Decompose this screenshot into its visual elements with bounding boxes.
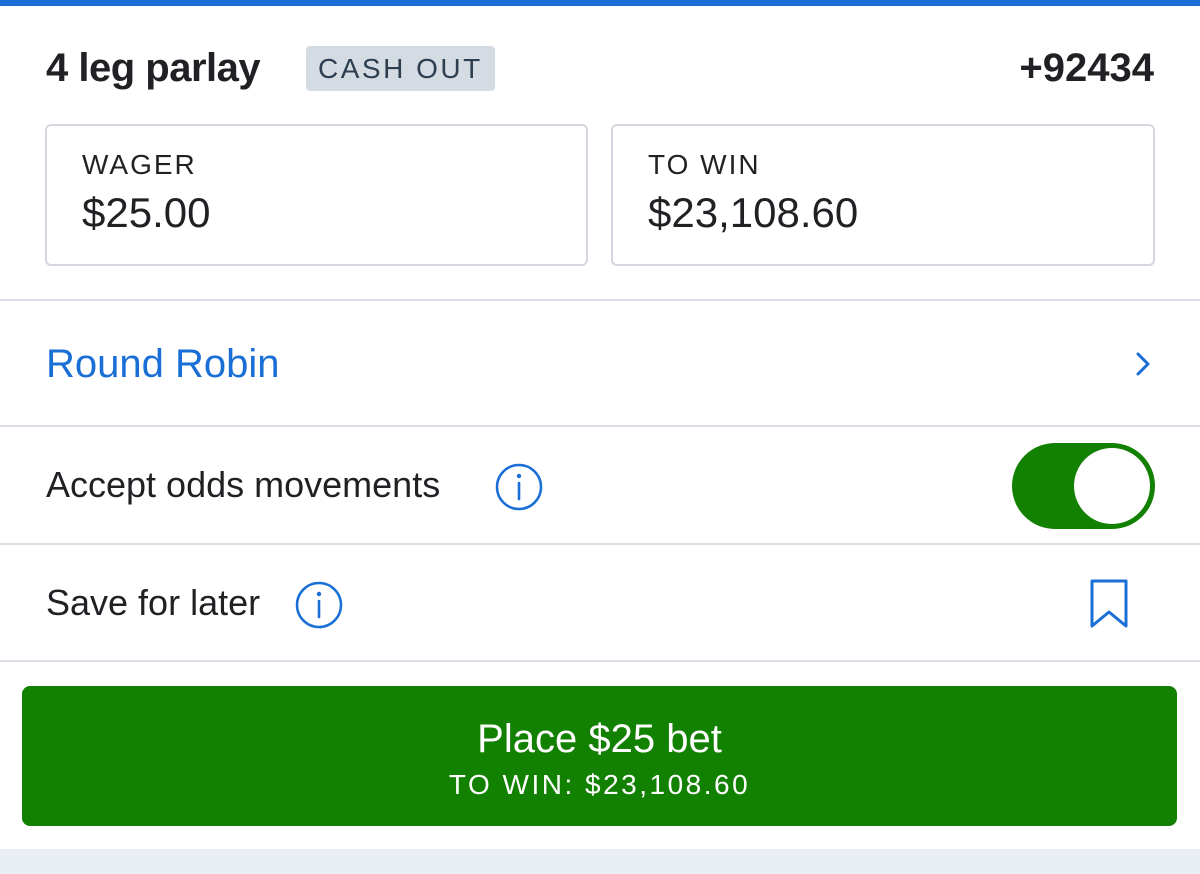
divider: [0, 660, 1200, 662]
divider: [0, 425, 1200, 427]
save-for-later-label: Save for later: [46, 582, 261, 623]
wager-field[interactable]: WAGER $25.00: [45, 124, 588, 266]
divider: [0, 543, 1200, 545]
place-bet-to-win: TO WIN: $23,108.60: [448, 769, 751, 800]
to-win-label: TO WIN: [648, 149, 761, 180]
chevron-right-icon[interactable]: [1132, 348, 1156, 380]
wager-label: WAGER: [82, 149, 197, 180]
round-robin-label[interactable]: Round Robin: [46, 340, 280, 388]
info-icon[interactable]: [494, 462, 544, 512]
top-accent-bar: [0, 0, 1200, 6]
cash-out-badge: CASH OUT: [306, 46, 495, 91]
parlay-title: 4 leg parlay: [46, 46, 261, 90]
accept-odds-toggle[interactable]: [1012, 443, 1155, 529]
accept-odds-label: Accept odds movements: [46, 464, 441, 505]
toggle-knob: [1074, 448, 1150, 524]
bottom-band: [0, 849, 1200, 874]
wager-value[interactable]: $25.00: [82, 188, 210, 238]
place-bet-label: Place $25 bet: [477, 717, 722, 761]
info-icon[interactable]: [294, 580, 344, 630]
bookmark-icon[interactable]: [1088, 578, 1130, 630]
parlay-odds: +92434: [1019, 46, 1154, 90]
place-bet-button[interactable]: Place $25 bet TO WIN: $23,108.60: [22, 686, 1177, 826]
to-win-value[interactable]: $23,108.60: [648, 188, 858, 238]
to-win-field[interactable]: TO WIN $23,108.60: [611, 124, 1155, 266]
